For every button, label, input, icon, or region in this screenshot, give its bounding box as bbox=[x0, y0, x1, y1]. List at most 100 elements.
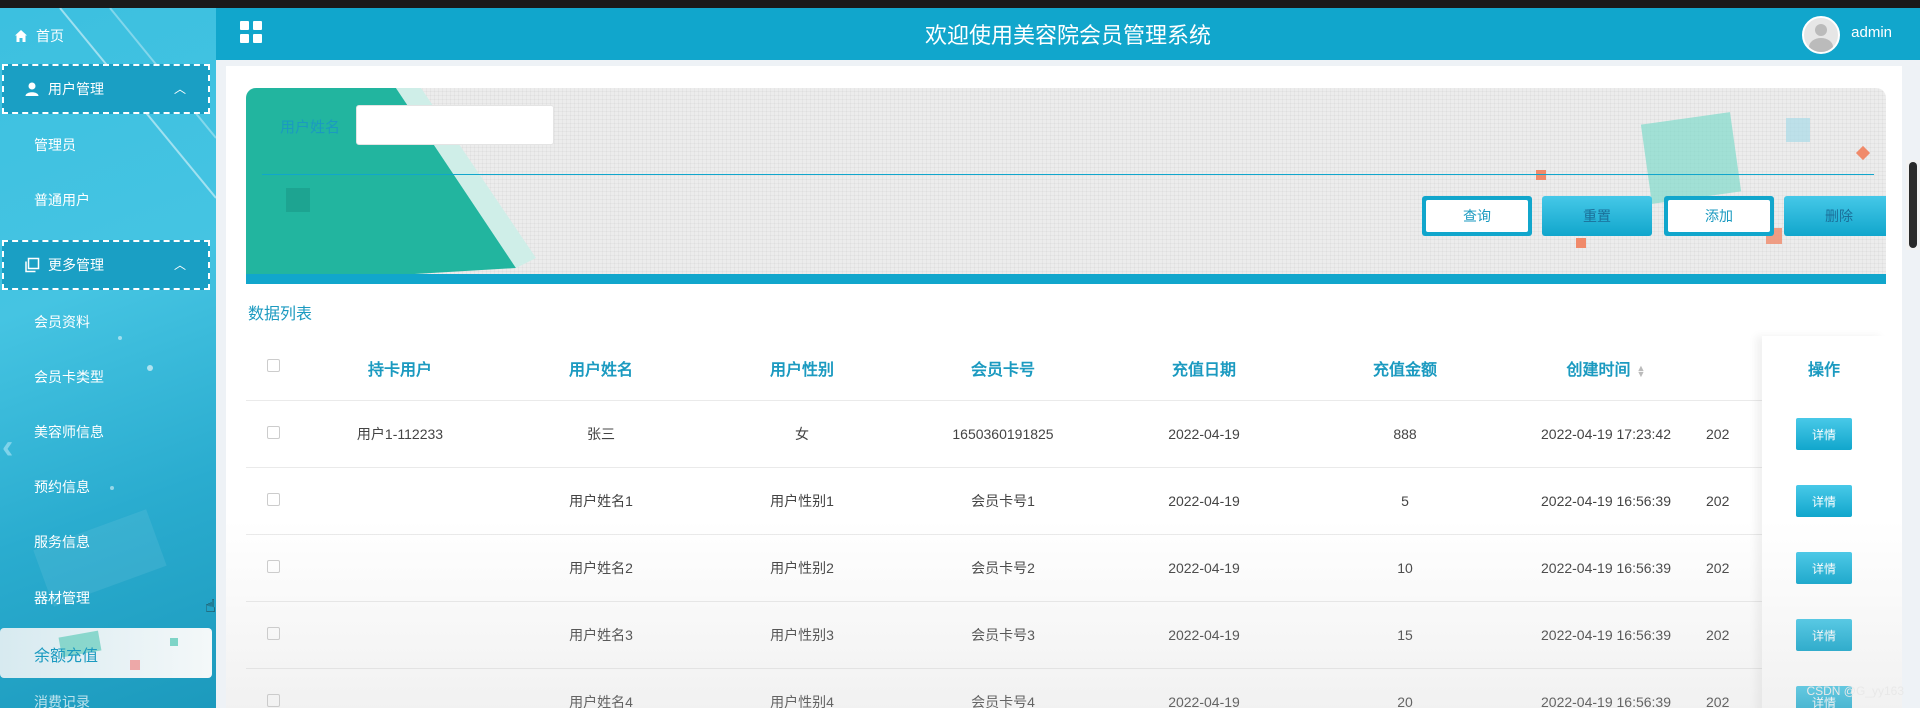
table-cell bbox=[300, 467, 500, 535]
table-row: 用户姓名3 用户性别3 会员卡号3 2022-04-19 15 2022-04-… bbox=[246, 601, 1886, 669]
detail-button[interactable]: 详情 bbox=[1796, 619, 1852, 651]
row-checkbox[interactable] bbox=[266, 425, 280, 439]
row-select-cell bbox=[246, 601, 300, 669]
sidebar-item-admin[interactable]: 管理员 bbox=[34, 135, 76, 155]
detail-button[interactable]: 详情 bbox=[1796, 418, 1852, 450]
chevron-up-icon: ︿ bbox=[173, 82, 186, 96]
sidebar-item-member-profile[interactable]: 会员资料 bbox=[34, 312, 90, 332]
sidebar-item-label: 首页 bbox=[36, 28, 64, 44]
table-cell: 用户性别4 bbox=[702, 668, 902, 708]
table-cell: 2022-04-19 bbox=[1104, 601, 1304, 669]
column-header-sortable[interactable]: 创建时间 ▲ ▼ bbox=[1506, 336, 1706, 401]
watermark: CSDN @G_yy163 bbox=[1806, 684, 1904, 698]
row-checkbox[interactable] bbox=[266, 492, 280, 506]
table-cell: 5 bbox=[1304, 467, 1506, 535]
row-select-cell bbox=[246, 534, 300, 602]
list-title: 数据列表 bbox=[248, 306, 313, 323]
sidebar-item-equipment[interactable]: 器材管理 bbox=[34, 588, 90, 608]
table-cell: 用户姓名4 bbox=[500, 668, 702, 708]
column-header: 操作 bbox=[1807, 362, 1840, 379]
user-icon bbox=[25, 82, 39, 96]
column-header: 充值金额 bbox=[1304, 336, 1506, 401]
table-cell: 20 bbox=[1304, 668, 1506, 708]
table-row: 用户姓名4 用户性别4 会员卡号4 2022-04-19 20 2022-04-… bbox=[246, 668, 1886, 708]
table-cell: 2022-04-19 16:56:39 bbox=[1506, 601, 1706, 669]
table-cell: 用户性别2 bbox=[702, 534, 902, 602]
table-header-row: 持卡用户 用户姓名 用户性别 会员卡号 充值日期 充值金额 创建时间 ▲ ▼ bbox=[246, 336, 1886, 401]
query-button-label: 查询 bbox=[1426, 200, 1528, 232]
chevron-up-icon: ︿ bbox=[173, 258, 186, 272]
table-cell: 张三 bbox=[500, 400, 702, 468]
avatar[interactable] bbox=[1802, 16, 1840, 54]
table-cell: 15 bbox=[1304, 601, 1506, 669]
reset-button[interactable]: 重置 bbox=[1542, 196, 1652, 236]
sidebar-item-card-type[interactable]: 会员卡类型 bbox=[34, 367, 104, 387]
sidebar-item-home[interactable]: 首页 bbox=[0, 16, 216, 56]
table-row: 用户姓名2 用户性别2 会员卡号2 2022-04-19 10 2022-04-… bbox=[246, 534, 1886, 602]
add-button[interactable]: 添加 bbox=[1664, 196, 1774, 236]
table-cell: 10 bbox=[1304, 534, 1506, 602]
table-cell: 用户性别3 bbox=[702, 601, 902, 669]
table-cell: 会员卡号1 bbox=[902, 467, 1104, 535]
divider bbox=[262, 174, 1874, 175]
table-cell: 用户性别1 bbox=[702, 467, 902, 535]
sidebar-item-consumption[interactable]: 消费记录 bbox=[34, 692, 90, 708]
select-all-cell bbox=[246, 336, 300, 401]
table-cell: 用户姓名3 bbox=[500, 601, 702, 669]
search-panel-bar bbox=[246, 274, 1886, 284]
row-checkbox[interactable] bbox=[266, 693, 280, 707]
row-checkbox[interactable] bbox=[266, 626, 280, 640]
home-icon bbox=[15, 30, 27, 42]
column-header: 会员卡号 bbox=[902, 336, 1104, 401]
data-table: 持卡用户 用户姓名 用户性别 会员卡号 充值日期 充值金额 创建时间 ▲ ▼ 用户1… bbox=[246, 336, 1886, 708]
sidebar-item-beautician[interactable]: 美容师信息 bbox=[34, 422, 104, 442]
table-cell: 2022-04-19 17:23:42 bbox=[1506, 400, 1706, 468]
search-panel: 用户姓名 查询 重置 添加 删除 bbox=[246, 88, 1886, 284]
reset-button-label: 重置 bbox=[1583, 208, 1611, 224]
sidebar-group-more-management[interactable]: 更多管理 ︿ bbox=[2, 240, 210, 290]
row-select-cell bbox=[246, 400, 300, 468]
table-cell: 2022-04-19 16:56:39 bbox=[1506, 668, 1706, 708]
copy-icon bbox=[25, 257, 40, 273]
window-top-strip bbox=[0, 0, 1920, 8]
column-header: 持卡用户 bbox=[300, 336, 500, 401]
row-checkbox[interactable] bbox=[266, 559, 280, 573]
sidebar-group-label: 更多管理 bbox=[48, 257, 104, 273]
collapse-arrow-icon[interactable]: ‹ bbox=[2, 428, 13, 467]
sidebar-item-label: 余额充值 bbox=[34, 648, 99, 665]
table-cell: 2022-04-19 bbox=[1104, 534, 1304, 602]
table-cell: 会员卡号4 bbox=[902, 668, 1104, 708]
table-cell: 1650360191825 bbox=[902, 400, 1104, 468]
search-input-username[interactable] bbox=[356, 105, 554, 145]
delete-button[interactable]: 删除 bbox=[1784, 196, 1886, 236]
query-button[interactable]: 查询 bbox=[1422, 196, 1532, 236]
detail-button[interactable]: 详情 bbox=[1796, 552, 1852, 584]
add-button-label: 添加 bbox=[1668, 200, 1770, 232]
table-cell: 女 bbox=[702, 400, 902, 468]
sidebar-group-user-management[interactable]: 用户管理 ︿ bbox=[2, 64, 210, 114]
table-cell bbox=[300, 534, 500, 602]
username[interactable]: admin bbox=[1851, 24, 1892, 41]
scrollbar-thumb[interactable] bbox=[1909, 162, 1917, 248]
fixed-operation-column: 操作 详情 详情 详情 详情 详情 bbox=[1762, 336, 1886, 708]
hand-cursor-icon: ☝ bbox=[205, 596, 216, 616]
sidebar-item-balance-recharge[interactable]: 余额充值 bbox=[0, 628, 212, 678]
search-field-label: 用户姓名 bbox=[280, 119, 341, 136]
table-cell: 用户姓名1 bbox=[500, 467, 702, 535]
table-cell: 2022-04-19 bbox=[1104, 467, 1304, 535]
table-cell: 2022-04-19 bbox=[1104, 400, 1304, 468]
column-header: 用户姓名 bbox=[500, 336, 702, 401]
sidebar-item-normal-user[interactable]: 普通用户 bbox=[34, 190, 90, 210]
sidebar-item-service[interactable]: 服务信息 bbox=[34, 532, 90, 552]
table-cell: 2022-04-19 16:56:39 bbox=[1506, 534, 1706, 602]
select-all-checkbox[interactable] bbox=[266, 358, 280, 372]
detail-button[interactable]: 详情 bbox=[1796, 485, 1852, 517]
row-select-cell bbox=[246, 668, 300, 708]
table-cell: 2022-04-19 16:56:39 bbox=[1506, 467, 1706, 535]
sort-icon[interactable]: ▲ ▼ bbox=[1637, 363, 1646, 378]
top-header: 欢迎使用美容院会员管理系统 admin bbox=[216, 8, 1920, 60]
table-row: 用户姓名1 用户性别1 会员卡号1 2022-04-19 5 2022-04-1… bbox=[246, 467, 1886, 535]
sidebar-item-appointment[interactable]: 预约信息 bbox=[34, 477, 90, 497]
table-cell: 用户1-112233 bbox=[300, 400, 500, 468]
page-scrollbar[interactable] bbox=[1906, 160, 1920, 250]
